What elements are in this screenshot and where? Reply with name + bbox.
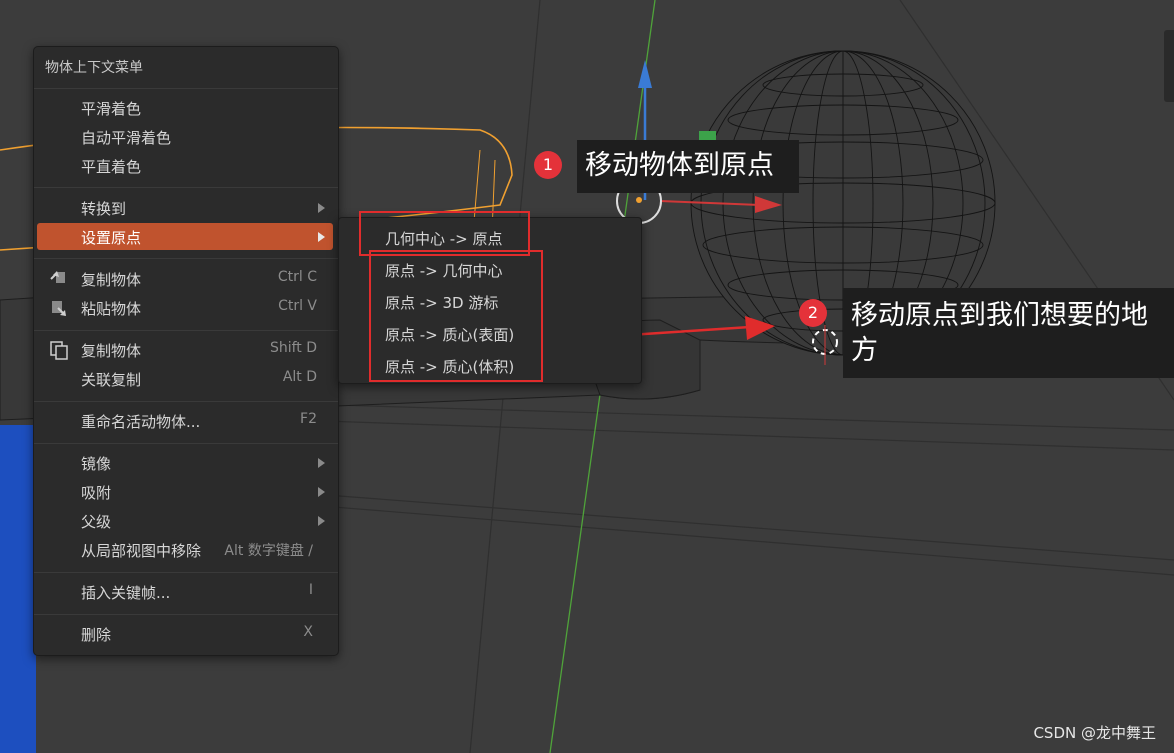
menu-item-parent[interactable]: 父级 bbox=[37, 507, 333, 534]
menu-item-shortcut: Shift D bbox=[269, 340, 317, 356]
menu-separator bbox=[34, 401, 338, 402]
step2-text-line1: 移动原点到我们想要的地 bbox=[851, 300, 1148, 331]
menu-item-shortcut: X bbox=[303, 624, 313, 640]
step2-callout: 移动原点到我们想要的地 方 bbox=[843, 288, 1174, 378]
menu-item-set-origin[interactable]: 设置原点 bbox=[37, 223, 333, 250]
menu-item-duplicate-linked[interactable]: 关联复制 Alt D bbox=[37, 365, 333, 392]
object-context-menu: 物体上下文菜单 平滑着色 自动平滑着色 平直着色 转换到 设置原点 复制物体 C… bbox=[33, 46, 339, 656]
menu-separator bbox=[34, 330, 338, 331]
menu-item-shade-auto-smooth[interactable]: 自动平滑着色 bbox=[37, 123, 333, 150]
menu-item-remove-local-view[interactable]: 从局部视图中移除 Alt 数字键盘 / bbox=[37, 536, 333, 563]
submenu-arrow-icon bbox=[318, 458, 325, 468]
menu-item-copy-objects[interactable]: 复制物体 Ctrl C bbox=[37, 265, 333, 292]
step1-callout: 移动物体到原点 bbox=[577, 140, 799, 193]
menu-item-shortcut: I bbox=[308, 582, 313, 598]
menu-separator bbox=[34, 614, 338, 615]
menu-item-label: 平滑着色 bbox=[81, 100, 142, 118]
menu-item-shade-flat[interactable]: 平直着色 bbox=[37, 152, 333, 179]
menu-separator bbox=[34, 88, 338, 89]
menu-separator bbox=[34, 572, 338, 573]
submenu-arrow-icon bbox=[318, 232, 325, 242]
menu-item-label: 关联复制 bbox=[81, 371, 142, 389]
menu-separator bbox=[34, 443, 338, 444]
submenu-arrow-icon bbox=[318, 516, 325, 526]
menu-item-shortcut: Ctrl V bbox=[278, 298, 317, 314]
menu-item-label: 复制物体 bbox=[81, 342, 142, 360]
submenu-arrow-icon bbox=[318, 487, 325, 497]
menu-item-snap[interactable]: 吸附 bbox=[37, 478, 333, 505]
menu-item-label: 吸附 bbox=[81, 484, 112, 502]
step1-text: 移动物体到原点 bbox=[585, 150, 774, 181]
menu-item-label: 父级 bbox=[81, 513, 112, 531]
menu-item-shortcut: Alt 数字键盘 / bbox=[224, 543, 313, 559]
menu-separator bbox=[34, 187, 338, 188]
step2-badge: 2 bbox=[799, 299, 827, 327]
menu-item-label: 复制物体 bbox=[81, 271, 142, 289]
menu-separator bbox=[34, 258, 338, 259]
paste-icon bbox=[49, 298, 69, 322]
menu-item-label: 镜像 bbox=[81, 455, 112, 473]
menu-item-insert-keyframe[interactable]: 插入关键帧... I bbox=[37, 578, 333, 605]
step1-badge: 1 bbox=[534, 151, 562, 179]
menu-item-mirror[interactable]: 镜像 bbox=[37, 449, 333, 476]
menu-item-shade-smooth[interactable]: 平滑着色 bbox=[37, 94, 333, 121]
menu-item-label: 删除 bbox=[81, 626, 112, 644]
viewport-toolbar-edge[interactable] bbox=[1164, 30, 1174, 102]
menu-item-shortcut: F2 bbox=[300, 411, 317, 427]
menu-item-label: 粘贴物体 bbox=[81, 300, 142, 318]
copy-icon bbox=[49, 269, 69, 293]
menu-item-label: 平直着色 bbox=[81, 158, 142, 176]
menu-item-delete[interactable]: 删除 X bbox=[37, 620, 333, 647]
menu-item-label: 自动平滑着色 bbox=[81, 129, 172, 147]
duplicate-icon bbox=[49, 340, 69, 364]
menu-item-label: 转换到 bbox=[81, 200, 127, 218]
watermark: CSDN @龙中舞王 bbox=[1033, 724, 1156, 742]
step2-text-line2: 方 bbox=[851, 335, 878, 366]
menu-item-label: 重命名活动物体... bbox=[81, 413, 201, 431]
menu-item-label: 插入关键帧... bbox=[81, 584, 171, 602]
submenu-arrow-icon bbox=[318, 203, 325, 213]
menu-item-rename-active[interactable]: 重命名活动物体... F2 bbox=[37, 407, 333, 434]
menu-item-duplicate-objects[interactable]: 复制物体 Shift D bbox=[37, 336, 333, 363]
menu-item-label: 从局部视图中移除 bbox=[81, 542, 202, 560]
menu-title: 物体上下文菜单 bbox=[45, 60, 143, 76]
menu-item-shortcut: Alt D bbox=[282, 369, 317, 385]
menu-item-convert-to[interactable]: 转换到 bbox=[37, 194, 333, 221]
menu-item-paste-objects[interactable]: 粘贴物体 Ctrl V bbox=[37, 294, 333, 321]
annotation-box-step2 bbox=[369, 250, 543, 382]
blue-panel-edge bbox=[0, 425, 36, 753]
menu-item-shortcut: Ctrl C bbox=[277, 269, 317, 285]
menu-item-label: 设置原点 bbox=[81, 229, 142, 247]
